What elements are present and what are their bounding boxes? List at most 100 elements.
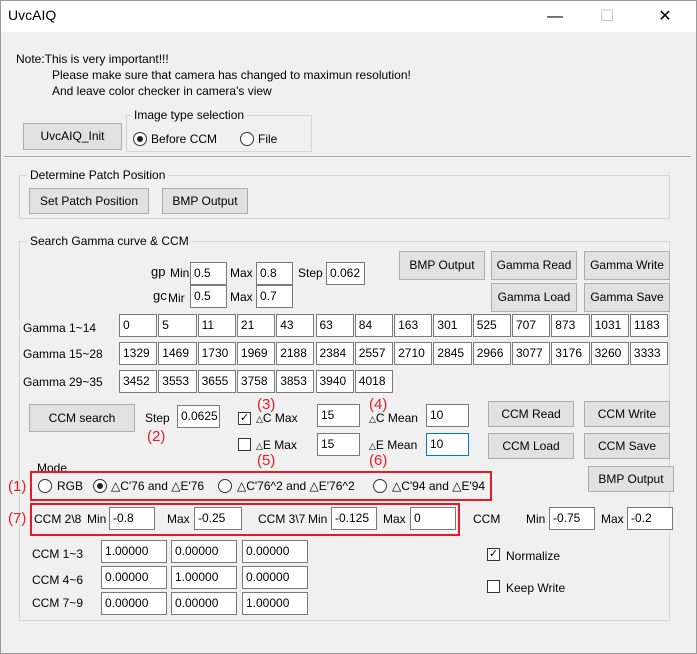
normalize-checkbox[interactable]: ✓: [487, 548, 500, 561]
gc-max-input[interactable]: 0.7: [256, 285, 293, 308]
annotation-3: (3): [257, 396, 276, 413]
gp-label: gp: [151, 264, 166, 279]
gamma-cell[interactable]: 3077: [512, 342, 551, 365]
set-patch-position-button[interactable]: Set Patch Position: [29, 188, 149, 214]
gamma-cell[interactable]: 3260: [590, 342, 629, 365]
keep-write-checkbox[interactable]: [487, 580, 500, 593]
gamma-cell[interactable]: 21: [236, 314, 276, 337]
gamma-cell[interactable]: 3853: [276, 370, 315, 393]
gamma-cell[interactable]: 1730: [197, 342, 236, 365]
gamma-cell[interactable]: 525: [472, 314, 511, 337]
gamma-cell[interactable]: 2557: [354, 342, 394, 365]
gamma-save-button[interactable]: Gamma Save: [584, 283, 670, 312]
gamma-cell[interactable]: 5: [158, 314, 197, 337]
dc-mean-input[interactable]: 10: [426, 404, 469, 427]
gamma-cell[interactable]: 3655: [197, 370, 236, 393]
note-line-1: Note:This is very important!!!: [16, 52, 169, 66]
gamma-cell[interactable]: 2188: [276, 342, 315, 365]
de-max-input[interactable]: 15: [317, 433, 360, 456]
gamma-cell[interactable]: 2966: [472, 342, 511, 365]
gamma-cell[interactable]: 3940: [315, 370, 354, 393]
gamma-read-button[interactable]: Gamma Read: [491, 251, 577, 280]
gc-min-input[interactable]: 0.5: [190, 285, 227, 308]
ccm-cell[interactable]: 0.00000: [101, 566, 167, 589]
gamma-cell[interactable]: 163: [394, 314, 433, 337]
patch-bmp-output-button[interactable]: BMP Output: [162, 188, 248, 214]
dc-max-input[interactable]: 15: [317, 404, 360, 427]
gamma-cell[interactable]: 63: [315, 314, 354, 337]
gp-max-input[interactable]: 0.8: [256, 262, 293, 285]
ccm-load-button[interactable]: CCM Load: [488, 433, 574, 459]
gamma-cell[interactable]: 84: [354, 314, 394, 337]
gamma-cell[interactable]: 1469: [158, 342, 197, 365]
ccm-max-input[interactable]: -0.2: [627, 507, 673, 530]
ccm-cell[interactable]: 1.00000: [171, 566, 237, 589]
gamma-cell[interactable]: 0: [119, 314, 158, 337]
ccm-read-button[interactable]: CCM Read: [488, 401, 574, 427]
ccm-cell[interactable]: 0.00000: [171, 592, 237, 615]
gamma-cell[interactable]: 3758: [236, 370, 276, 393]
delta-icon: △: [256, 414, 263, 424]
close-button[interactable]: ✕: [642, 1, 688, 32]
ccm-search-button[interactable]: CCM search: [29, 404, 135, 432]
gamma-cell[interactable]: 1329: [119, 342, 158, 365]
ccm-min-input[interactable]: -0.75: [549, 507, 595, 530]
gamma-cell[interactable]: 1031: [590, 314, 629, 337]
ccm-cell[interactable]: 0.00000: [101, 592, 167, 615]
ccm-row-1-label: CCM 1~3: [32, 547, 84, 561]
gamma-row-2-label: Gamma 15~28: [23, 347, 103, 361]
ccm-cell[interactable]: 0.00000: [242, 540, 308, 563]
title-bar: UvcAIQ — ☐ ✕: [1, 1, 696, 32]
dc-max-checkbox[interactable]: ✓: [238, 412, 251, 425]
ccm-cell[interactable]: 1.00000: [242, 592, 308, 615]
ccm-bmp-output-button[interactable]: BMP Output: [588, 466, 674, 492]
note-line-3: And leave color checker in camera's view: [52, 84, 272, 98]
gamma-cell[interactable]: 2845: [433, 342, 472, 365]
gamma-bmp-output-button[interactable]: BMP Output: [399, 251, 485, 280]
app-window: UvcAIQ — ☐ ✕ Note:This is very important…: [0, 0, 697, 654]
ccm-cell[interactable]: 0.00000: [171, 540, 237, 563]
uvcaiq-init-button[interactable]: UvcAIQ_Init: [23, 123, 122, 150]
gamma-load-button[interactable]: Gamma Load: [491, 283, 577, 312]
before-ccm-radio[interactable]: [133, 132, 147, 146]
gamma-cell[interactable]: 2710: [394, 342, 433, 365]
ccm-cell[interactable]: 0.00000: [242, 566, 308, 589]
gamma-cell[interactable]: 3333: [629, 342, 669, 365]
gamma-cell[interactable]: 707: [512, 314, 551, 337]
before-ccm-label: Before CCM: [151, 132, 218, 146]
de-max-label: △E Max: [256, 438, 297, 452]
gamma-cell[interactable]: 4018: [354, 370, 394, 393]
delta-icon: △: [369, 441, 376, 451]
ccm-row-3-label: CCM 7~9: [32, 596, 84, 610]
dc-mean-label: △C Mean: [369, 411, 418, 425]
de-mean-input[interactable]: 10: [426, 433, 469, 456]
ccm-step-input[interactable]: 0.0625: [177, 405, 220, 428]
delta-icon: △: [256, 441, 263, 451]
gamma-cell[interactable]: 1183: [629, 314, 669, 337]
gamma-cell[interactable]: 3452: [119, 370, 158, 393]
de-max-checkbox[interactable]: [238, 438, 251, 451]
gamma-cell[interactable]: 1969: [236, 342, 276, 365]
gamma-cell[interactable]: 11: [197, 314, 236, 337]
annotation-4: (4): [369, 396, 388, 413]
ccm-range-highlight-box: [30, 503, 460, 536]
gamma-cell[interactable]: 3176: [551, 342, 590, 365]
ccm-save-button[interactable]: CCM Save: [584, 433, 670, 459]
ccm-cell[interactable]: 1.00000: [101, 540, 167, 563]
window-title: UvcAIQ: [8, 7, 57, 23]
gamma-cell[interactable]: 2384: [315, 342, 354, 365]
gamma-cell[interactable]: 873: [551, 314, 590, 337]
gp-step-input[interactable]: 0.062: [326, 262, 365, 285]
gamma-cell[interactable]: 301: [433, 314, 472, 337]
patch-group-title: Determine Patch Position: [27, 168, 169, 182]
ccm-write-button[interactable]: CCM Write: [584, 401, 670, 427]
gamma-cell[interactable]: 43: [276, 314, 315, 337]
file-radio[interactable]: [240, 132, 254, 146]
gamma-cell[interactable]: 3553: [158, 370, 197, 393]
dc-max-label: △C Max: [256, 411, 298, 425]
gamma-write-button[interactable]: Gamma Write: [584, 251, 670, 280]
search-group-title: Search Gamma curve & CCM: [27, 234, 192, 248]
gamma-row-1-label: Gamma 1~14: [23, 321, 97, 335]
minimize-button[interactable]: —: [532, 1, 578, 32]
gp-min-input[interactable]: 0.5: [190, 262, 227, 285]
